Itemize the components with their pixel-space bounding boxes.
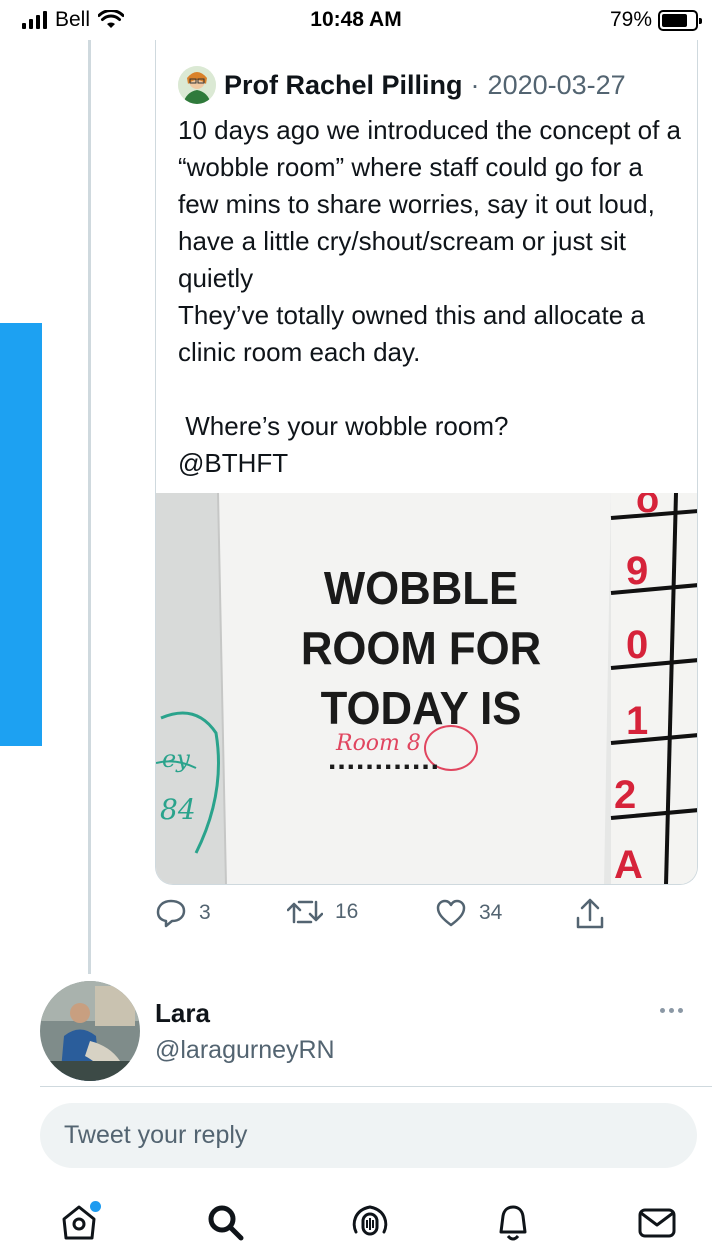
retweet-button[interactable]: 16 bbox=[287, 898, 358, 926]
reply-icon bbox=[156, 899, 186, 928]
board-letter-a: A bbox=[614, 843, 643, 885]
board-number-9: 9 bbox=[626, 549, 649, 593]
heart-icon bbox=[436, 899, 466, 927]
battery-percent: 79% bbox=[609, 8, 652, 31]
home-icon[interactable] bbox=[57, 1202, 101, 1246]
sign-line-2: ROOM FOR bbox=[300, 622, 542, 674]
board-number-1: 1 bbox=[626, 699, 649, 743]
sign-line-1: WOBBLE bbox=[323, 562, 519, 614]
user-avatar[interactable] bbox=[40, 981, 140, 1081]
spaces-icon[interactable] bbox=[348, 1202, 392, 1246]
reply-count: 3 bbox=[199, 901, 211, 924]
share-button[interactable] bbox=[575, 898, 605, 930]
reply-input[interactable] bbox=[40, 1103, 697, 1168]
board-number-2: 2 bbox=[614, 773, 637, 817]
status-bar: Bell 10:48 AM 79% bbox=[0, 0, 712, 40]
notifications-icon[interactable] bbox=[491, 1202, 535, 1246]
like-count: 34 bbox=[479, 901, 503, 924]
tweet-actions: 3 16 34 bbox=[155, 898, 625, 938]
reply-button[interactable]: 3 bbox=[155, 898, 211, 928]
quoted-tweet-text: 10 days ago we introduced the concept of… bbox=[178, 115, 682, 478]
composer-divider bbox=[40, 1086, 712, 1087]
marker-number: 84 bbox=[160, 793, 196, 826]
quoted-tweet-card[interactable]: Prof Rachel Pilling · 2020-03-27 10 days… bbox=[155, 40, 698, 885]
header-separator: · bbox=[470, 69, 480, 100]
user-handle: @laragurneyRN bbox=[155, 1036, 335, 1064]
like-button[interactable]: 34 bbox=[435, 898, 502, 928]
status-time: 10:48 AM bbox=[310, 8, 402, 31]
marker-text: ey bbox=[162, 745, 190, 773]
share-icon bbox=[576, 898, 604, 929]
retweet-icon bbox=[287, 900, 323, 924]
board-top: o bbox=[636, 493, 660, 521]
battery-fill bbox=[662, 13, 688, 27]
thread-connector-line bbox=[88, 40, 91, 974]
quoted-tweet-header: Prof Rachel Pilling · 2020-03-27 bbox=[178, 66, 626, 104]
sign-line-3: TODAY IS bbox=[320, 682, 522, 734]
retweet-count: 16 bbox=[335, 900, 359, 923]
search-icon[interactable] bbox=[203, 1202, 247, 1246]
sign-dots: ............ bbox=[328, 743, 441, 776]
quoted-author-avatar[interactable] bbox=[178, 66, 216, 104]
bottom-tab-bar bbox=[0, 1190, 712, 1247]
quoted-tweet-date[interactable]: 2020-03-27 bbox=[488, 70, 626, 101]
board-number-0: 0 bbox=[626, 623, 649, 667]
quoted-author-name[interactable]: Prof Rachel Pilling bbox=[224, 70, 463, 101]
status-right: 79% bbox=[609, 8, 702, 32]
messages-icon[interactable] bbox=[635, 1202, 679, 1246]
battery-icon bbox=[658, 9, 702, 31]
scroll-accent-bar bbox=[0, 323, 42, 746]
quoted-tweet-image[interactable]: WOBBLE ROOM FOR TODAY IS Room 8 ........… bbox=[156, 493, 697, 885]
user-name: Lara bbox=[155, 998, 210, 1028]
more-options-icon[interactable] bbox=[660, 1008, 683, 1013]
